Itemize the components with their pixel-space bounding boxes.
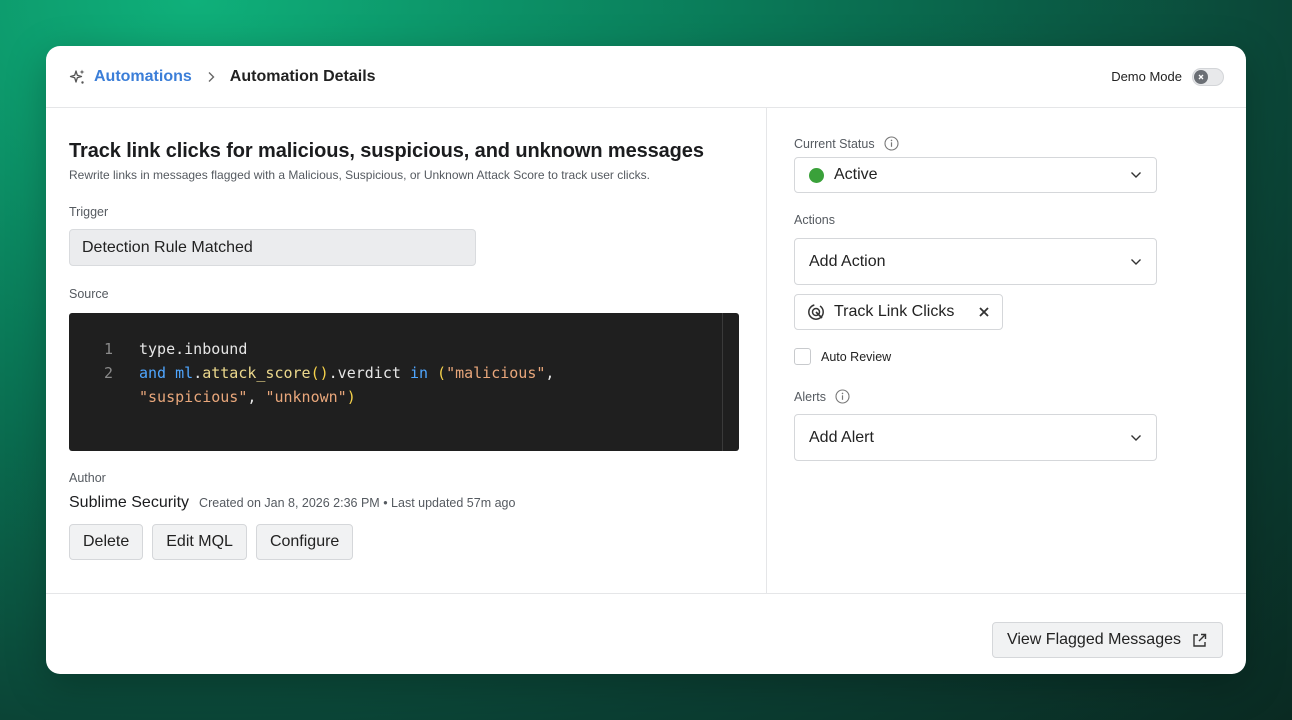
code-text: type.inbound: [139, 340, 248, 358]
view-flagged-messages-button[interactable]: View Flagged Messages: [991, 622, 1223, 658]
action-buttons: Delete Edit MQL Configure: [69, 524, 738, 560]
code-line: 1 type.inbound: [69, 337, 739, 361]
source-label: Source: [69, 287, 109, 301]
chevron-down-icon: [1130, 434, 1142, 442]
source-code-block[interactable]: 1 type.inbound 2 and ml.attack_score().v…: [69, 313, 739, 451]
action-chip-track-link-clicks: Track Link Clicks: [794, 294, 1003, 330]
code-scrollbar[interactable]: [722, 313, 723, 451]
automation-window: Automations Automation Details Demo Mode…: [46, 46, 1246, 674]
chevron-right-icon: [206, 71, 216, 83]
line-number: 1: [103, 340, 113, 358]
code-line: 2 and ml.attack_score().verdict in ("mal…: [69, 361, 739, 385]
demo-mode-label: Demo Mode: [1111, 69, 1182, 84]
breadcrumb-automations-link[interactable]: Automations: [94, 68, 192, 86]
delete-button[interactable]: Delete: [69, 524, 144, 560]
add-alert-select[interactable]: Add Alert: [794, 414, 1157, 461]
demo-mode: Demo Mode: [1111, 67, 1224, 86]
automation-details-panel: Track link clicks for malicious, suspici…: [46, 108, 767, 593]
alerts-label-text: Alerts: [794, 390, 826, 404]
automation-meta: Created on Jan 8, 2026 2:36 PM • Last up…: [199, 496, 516, 510]
author-label: Author: [69, 471, 106, 485]
view-flagged-label: View Flagged Messages: [1006, 631, 1181, 648]
external-link-icon: [1191, 632, 1208, 649]
toggle-off-icon: [1194, 69, 1208, 84]
configure-button[interactable]: Configure: [255, 524, 354, 560]
main-body: Track link clicks for malicious, suspici…: [46, 108, 1246, 594]
current-status-label: Current Status: [794, 136, 1157, 151]
auto-review-label: Auto Review: [821, 349, 892, 364]
status-value: Active: [834, 166, 878, 183]
code-text: "suspicious", "unknown"): [139, 388, 356, 406]
add-action-select[interactable]: Add Action: [794, 238, 1157, 285]
line-number: 2: [103, 364, 113, 382]
actions-label: Actions: [794, 213, 835, 227]
current-status-label-text: Current Status: [794, 137, 875, 151]
chevron-down-icon: [1130, 258, 1142, 266]
auto-review-row: Auto Review: [794, 348, 1157, 365]
footer: View Flagged Messages: [46, 594, 1246, 674]
status-select[interactable]: Active: [794, 157, 1157, 193]
action-chip-label: Track Link Clicks: [834, 303, 955, 320]
add-alert-text: Add Alert: [809, 428, 874, 446]
trigger-label: Trigger: [69, 205, 109, 219]
alerts-label: Alerts: [794, 389, 1157, 404]
trigger-field: Detection Rule Matched: [69, 229, 476, 266]
automation-description: Rewrite links in messages flagged with a…: [69, 168, 650, 182]
code-line: "suspicious", "unknown"): [69, 385, 739, 409]
author-name: Sublime Security: [69, 494, 190, 511]
auto-review-checkbox[interactable]: [794, 348, 811, 365]
edit-mql-button[interactable]: Edit MQL: [152, 524, 247, 560]
code-text: and ml.attack_score().verdict in ("malic…: [139, 364, 555, 382]
settings-panel: Current Status Active Actions Add Action: [767, 108, 1246, 593]
info-icon[interactable]: [835, 389, 850, 404]
track-click-icon: [807, 303, 825, 321]
author-row: Sublime Security Created on Jan 8, 2026 …: [69, 494, 738, 512]
line-number: [69, 385, 139, 409]
status-dot-icon: [809, 167, 824, 183]
chevron-down-icon: [1130, 171, 1142, 179]
demo-mode-toggle[interactable]: [1192, 67, 1224, 86]
close-icon[interactable]: [978, 306, 990, 318]
add-action-text: Add Action: [809, 252, 886, 270]
info-icon[interactable]: [884, 136, 899, 151]
automation-title: Track link clicks for malicious, suspici…: [69, 140, 704, 162]
top-bar: Automations Automation Details Demo Mode: [46, 46, 1246, 108]
sparkles-icon: [68, 68, 86, 86]
page-title: Automation Details: [229, 67, 376, 85]
